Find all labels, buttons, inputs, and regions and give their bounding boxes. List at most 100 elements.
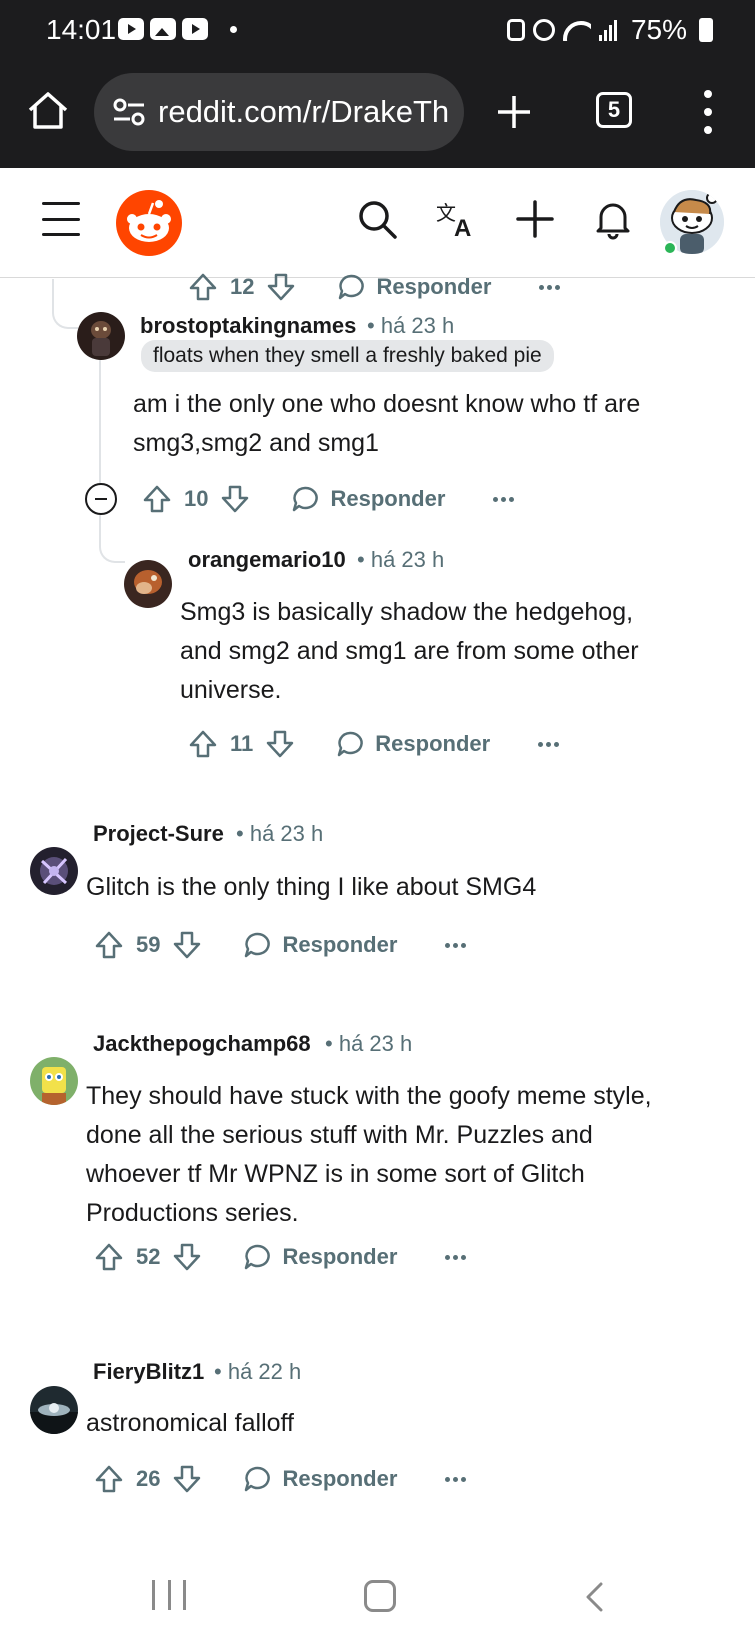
comment-timestamp: • há 23 h: [236, 821, 324, 846]
thread-line: [99, 359, 101, 483]
online-status-dot: [663, 241, 677, 255]
reply-icon: [245, 1466, 271, 1492]
recent-apps-icon[interactable]: [152, 1580, 186, 1612]
more-options-icon[interactable]: [538, 741, 560, 747]
upvote-icon[interactable]: [188, 729, 218, 759]
notifications-icon[interactable]: [592, 198, 634, 240]
reply-button[interactable]: Responder: [336, 272, 491, 302]
reply-button[interactable]: Responder: [242, 930, 397, 960]
avatar[interactable]: [30, 847, 78, 895]
reply-label: Responder: [375, 731, 491, 756]
comment-body: Smg3 is basically shadow the hedgehog, a…: [180, 593, 740, 710]
search-icon[interactable]: [356, 198, 398, 240]
new-tab-icon[interactable]: [494, 92, 534, 132]
comment-line: They should have stuck with the goofy me…: [86, 1082, 652, 1110]
comment-body: astronomical falloff: [86, 1404, 726, 1443]
vote-score: 52: [136, 1244, 161, 1269]
battery-percent: 75%: [630, 14, 687, 45]
comment-time: há 23 h: [249, 821, 324, 846]
comment-author[interactable]: Project-Sure: [93, 821, 224, 847]
upvote-icon[interactable]: [142, 484, 172, 514]
url-text: reddit.com/r/DrakeTh: [158, 94, 450, 129]
reply-button[interactable]: Responder: [242, 1242, 397, 1272]
comment-author[interactable]: FieryBlitz1: [93, 1359, 204, 1385]
user-avatar-image: [77, 312, 125, 360]
downvote-icon[interactable]: [172, 1464, 202, 1494]
upvote-icon[interactable]: [94, 930, 124, 960]
comment-author[interactable]: brostoptakingnames: [140, 313, 356, 339]
reply-button[interactable]: Responder: [335, 729, 490, 759]
downvote-icon[interactable]: [266, 272, 296, 302]
address-bar[interactable]: reddit.com/r/DrakeTh: [94, 73, 464, 151]
snoo-icon: [127, 200, 171, 242]
more-options-icon[interactable]: [493, 496, 515, 502]
svg-text:A: A: [454, 215, 471, 240]
back-icon[interactable]: [584, 1582, 604, 1612]
comment-actions: 12 Responder: [188, 267, 561, 307]
collapse-thread-button[interactable]: [85, 483, 117, 515]
reply-button[interactable]: Responder: [242, 1464, 397, 1494]
navigation-bar: [0, 1560, 755, 1636]
more-options-icon[interactable]: [445, 1254, 467, 1260]
reply-button[interactable]: Responder: [290, 484, 445, 514]
comment-actions: 52 Responder: [94, 1237, 467, 1277]
reddit-logo[interactable]: [116, 190, 182, 256]
translate-icon[interactable]: 文 A: [436, 198, 478, 240]
more-options-icon[interactable]: [539, 284, 561, 290]
comment-line: astronomical falloff: [86, 1409, 294, 1437]
user-flair: floats when they smell a freshly baked p…: [141, 340, 554, 372]
status-bar: 14:01 75%: [0, 0, 755, 62]
data-saver-icon: [506, 19, 525, 41]
site-settings-icon[interactable]: [112, 97, 146, 127]
thread-connector: [99, 539, 125, 563]
avatar[interactable]: [124, 560, 172, 608]
youtube-icon: [118, 18, 144, 40]
downvote-icon[interactable]: [172, 1242, 202, 1272]
reply-icon: [339, 274, 365, 300]
upvote-icon[interactable]: [94, 1464, 124, 1494]
wifi-icon: [562, 19, 591, 41]
comment-time: há 23 h: [380, 313, 455, 338]
comment-author[interactable]: Jackthepogchamp68: [93, 1031, 311, 1057]
create-post-icon[interactable]: [514, 198, 556, 240]
avatar[interactable]: [30, 1386, 78, 1434]
comment-actions: 10 Responder: [142, 479, 515, 519]
comment-line: Productions series.: [86, 1199, 299, 1227]
downvote-icon[interactable]: [172, 930, 202, 960]
thread-connector: [52, 307, 78, 329]
browser-toolbar: reddit.com/r/DrakeTh 5: [0, 62, 755, 168]
home-button-icon[interactable]: [364, 1580, 396, 1612]
user-avatar-image: [30, 1386, 78, 1434]
comment-line: am i the only one who doesnt know who tf…: [133, 390, 641, 418]
comment-line: smg3,smg2 and smg1: [133, 429, 379, 457]
svg-text:文: 文: [436, 201, 456, 225]
comment-time: há 23 h: [338, 1031, 413, 1056]
user-avatar-image: [30, 847, 78, 895]
youtube-icon: [182, 18, 208, 40]
downvote-icon[interactable]: [265, 729, 295, 759]
browser-menu-icon[interactable]: [700, 90, 716, 134]
reply-icon: [338, 731, 364, 757]
tab-count: 5: [607, 97, 621, 122]
menu-icon[interactable]: [42, 202, 80, 236]
tab-switcher-button[interactable]: 5: [596, 92, 632, 128]
more-options-icon[interactable]: [445, 1476, 467, 1482]
battery-icon: [699, 18, 713, 42]
more-options-icon[interactable]: [445, 942, 467, 948]
downvote-icon[interactable]: [220, 484, 250, 514]
comment-line: whoever tf Mr WPNZ is in some sort of Gl…: [86, 1160, 585, 1188]
comment-timestamp: • há 23 h: [325, 1031, 413, 1056]
comment-line: and smg2 and smg1 are from some other: [180, 637, 639, 665]
avatar[interactable]: [77, 312, 125, 360]
comment-actions: 11 Responder: [188, 724, 560, 764]
vote-score: 11: [230, 731, 254, 756]
comment-timestamp: • há 23 h: [367, 313, 455, 338]
avatar[interactable]: [30, 1057, 78, 1105]
comment-actions: 26 Responder: [94, 1459, 467, 1499]
home-icon[interactable]: [26, 88, 70, 132]
upvote-icon[interactable]: [94, 1242, 124, 1272]
upvote-icon[interactable]: [188, 272, 218, 302]
gallery-icon: [150, 18, 176, 40]
comment-author[interactable]: orangemario10: [188, 547, 346, 573]
reply-icon: [245, 932, 271, 958]
